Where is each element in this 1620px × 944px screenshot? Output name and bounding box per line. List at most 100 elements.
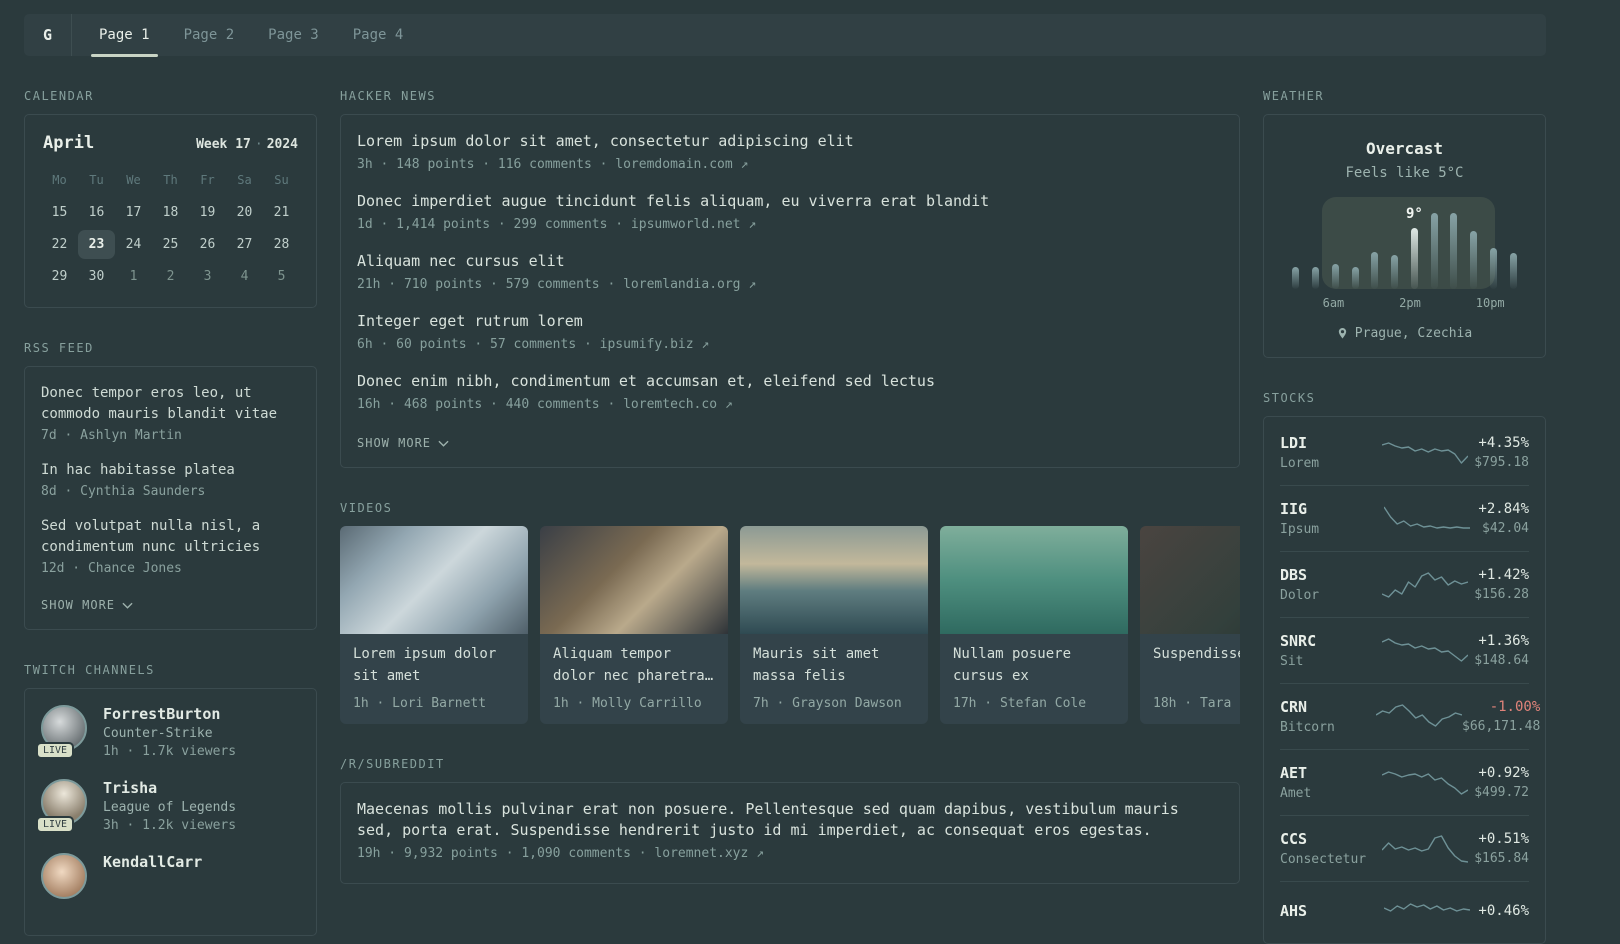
weather-bar bbox=[1331, 264, 1339, 289]
weather-bar bbox=[1430, 213, 1438, 289]
video-card[interactable]: Lorem ipsum dolor sit amet consectetu… 1h… bbox=[340, 526, 528, 724]
right-column: WEATHER Overcast Feels like 5°C 9° 6am 2… bbox=[1263, 56, 1546, 944]
video-meta: 18h · Tara bbox=[1153, 696, 1232, 711]
subreddit-widget: Maecenas mollis pulvinar erat non posuer… bbox=[340, 782, 1240, 884]
video-card-body: Suspendisse diam 18h · Tara bbox=[1140, 634, 1240, 724]
weather-time-label: 2pm bbox=[1399, 296, 1421, 310]
video-thumbnail-sea-boat-wake bbox=[740, 526, 928, 634]
twitch-channel-name[interactable]: Trisha bbox=[103, 779, 236, 797]
stock-values: +1.36% $148.64 bbox=[1474, 633, 1529, 668]
video-card-body: Nullam posuere cursus ex 17h · Stefan Col… bbox=[940, 634, 1128, 724]
stock-price: $66,171.48 bbox=[1462, 719, 1541, 734]
hackernews-show-more-button[interactable]: SHOW MORE bbox=[357, 436, 449, 450]
twitch-channel-meta: 3h · 1.2k viewers bbox=[103, 818, 237, 833]
stock-values: +2.84% $42.04 bbox=[1478, 501, 1529, 536]
twitch-channel[interactable]: KendallCarr bbox=[41, 853, 300, 899]
twitch-channel-name[interactable]: KendallCarr bbox=[103, 853, 202, 871]
hackernews-item-title[interactable]: Donec enim nibh, condimentum et accumsan… bbox=[357, 371, 1223, 392]
video-card[interactable]: Mauris sit amet massa felis 7h · Grayson … bbox=[740, 526, 928, 724]
weather-bar-cell bbox=[1365, 211, 1385, 289]
stock-price: $165.84 bbox=[1474, 851, 1529, 866]
calendar-day: 1 bbox=[129, 269, 138, 284]
rss-item-title[interactable]: Sed volutpat nulla nisl, a condimentum n… bbox=[41, 516, 300, 558]
subreddit-post-title[interactable]: Maecenas mollis pulvinar erat non posuer… bbox=[357, 799, 1223, 841]
weather-time-label bbox=[1457, 296, 1475, 310]
stock-name: Amet bbox=[1280, 786, 1312, 801]
stocks-widget: LDI Lorem +4.35% $795.18 IIG Ipsum +2.84% $42.0… bbox=[1263, 416, 1546, 944]
stock-change: +0.51% bbox=[1478, 831, 1529, 847]
app-logo: G bbox=[24, 14, 72, 56]
twitch-channel-info: Trisha League of Legends 3h · 1.2k viewers bbox=[103, 779, 236, 833]
weather-bar bbox=[1509, 253, 1517, 289]
video-card[interactable]: Suspendisse diam 18h · Tara bbox=[1140, 526, 1240, 724]
nav-tab-page-4[interactable]: Page 4 bbox=[343, 14, 414, 56]
stock-info: CCS Consectetur bbox=[1280, 830, 1376, 867]
hackernews-item-title[interactable]: Donec imperdiet augue tincidunt felis al… bbox=[357, 191, 1223, 212]
video-thumbnail-canoe-green-water bbox=[940, 526, 1128, 634]
weather-bar-cell bbox=[1503, 211, 1523, 289]
stock-sparkline bbox=[1376, 768, 1474, 798]
weather-condition: Overcast bbox=[1365, 139, 1444, 158]
hackernews-item-title[interactable]: Lorem ipsum dolor sit amet, consectetur … bbox=[357, 131, 1223, 152]
video-card[interactable]: Aliquam tempor dolor nec pharetra… 1h · M… bbox=[540, 526, 728, 724]
weekday-label: Tu bbox=[89, 173, 104, 187]
stock-sparkline bbox=[1376, 702, 1462, 732]
twitch-channel-name[interactable]: ForrestBurton bbox=[103, 705, 236, 723]
hackernews-item-title[interactable]: Integer eget rutrum lorem bbox=[357, 311, 1223, 332]
hackernews-items: Lorem ipsum dolor sit amet, consectetur … bbox=[357, 131, 1223, 412]
stock-name: Dolor bbox=[1280, 588, 1320, 603]
weather-bar-cell bbox=[1286, 211, 1306, 289]
weather-bars bbox=[1286, 211, 1523, 289]
video-card-body: Lorem ipsum dolor sit amet consectetu… 1h… bbox=[340, 634, 528, 724]
weather-time-label bbox=[1381, 296, 1399, 310]
hackernews-item: Donec enim nibh, condimentum et accumsan… bbox=[357, 371, 1223, 412]
stock-ticker: IIG bbox=[1280, 500, 1308, 518]
dashboard-layout: CALENDAR April Week 17 · 2024 Mo Tu We Th Fr Sa… bbox=[24, 56, 1620, 944]
weather-location: Prague, Czechia bbox=[1280, 326, 1529, 341]
calendar-day: 17 bbox=[125, 205, 142, 220]
stock-info: DBS Dolor bbox=[1280, 566, 1376, 603]
nav-tab-page-3[interactable]: Page 3 bbox=[258, 14, 329, 56]
calendar-day: 24 bbox=[125, 237, 142, 252]
twitch-channel[interactable]: LIVE ForrestBurton Counter-Strike 1h · 1.7k… bbox=[36, 705, 300, 759]
rss-item-title[interactable]: In hac habitasse platea bbox=[41, 460, 300, 481]
stock-ticker: AHS bbox=[1280, 902, 1308, 920]
video-card[interactable]: Nullam posuere cursus ex 17h · Stefan Col… bbox=[940, 526, 1128, 724]
stock-sparkline bbox=[1376, 570, 1474, 600]
nav-tab-page-2[interactable]: Page 2 bbox=[174, 14, 245, 56]
stock-values: -1.00% $66,171.48 bbox=[1462, 699, 1540, 734]
stock-change: +0.92% bbox=[1478, 765, 1529, 781]
weather-bar-cell bbox=[1345, 211, 1365, 289]
twitch-channel[interactable]: LIVE Trisha League of Legends 3h · 1.2k vie… bbox=[36, 779, 300, 833]
hackernews-item-title[interactable]: Aliquam nec cursus elit bbox=[357, 251, 1223, 272]
weather-time-label bbox=[1344, 296, 1362, 310]
hackernews-item-meta: 21h · 710 points · 579 comments · loreml… bbox=[357, 277, 757, 292]
stock-info: CRN Bitcorn bbox=[1280, 698, 1376, 735]
weather-bar bbox=[1489, 248, 1497, 289]
calendar-day: 4 bbox=[240, 269, 249, 284]
weather-time-label: 6am bbox=[1322, 296, 1345, 310]
hackernews-item: Donec imperdiet augue tincidunt felis al… bbox=[357, 191, 1223, 232]
weather-time-label bbox=[1421, 296, 1439, 310]
weekday-label: We bbox=[126, 173, 141, 187]
weather-time-label: 10pm bbox=[1475, 296, 1505, 310]
weather-bar-cell bbox=[1424, 211, 1444, 289]
stock-name: Bitcorn bbox=[1280, 720, 1335, 735]
hackernews-section-title: HACKER NEWS bbox=[340, 89, 436, 103]
rss-items: Donec tempor eros leo, ut commodo mauris… bbox=[41, 383, 300, 576]
rss-item-title[interactable]: Donec tempor eros leo, ut commodo mauris… bbox=[41, 383, 300, 425]
stock-row-snrc: SNRC Sit +1.36% $148.64 bbox=[1280, 618, 1529, 684]
weekday-label: Sa bbox=[237, 173, 252, 187]
stock-ticker: LDI bbox=[1280, 434, 1308, 452]
weather-bar-cell bbox=[1444, 211, 1464, 289]
stock-ticker: CCS bbox=[1280, 830, 1308, 848]
twitch-channels: LIVE ForrestBurton Counter-Strike 1h · 1.7k… bbox=[36, 705, 300, 899]
weather-bar-cell bbox=[1464, 211, 1484, 289]
rss-section-title: RSS FEED bbox=[24, 341, 94, 355]
video-meta: 17h · Stefan Cole bbox=[953, 696, 1087, 711]
calendar-day: 28 bbox=[273, 237, 290, 252]
rss-show-more-button[interactable]: SHOW MORE bbox=[41, 598, 133, 612]
nav-tab-page-1[interactable]: Page 1 bbox=[89, 14, 160, 57]
subreddit-section-title: /R/SUBREDDIT bbox=[340, 757, 445, 771]
center-column: HACKER NEWS Lorem ipsum dolor sit amet, … bbox=[340, 56, 1240, 884]
